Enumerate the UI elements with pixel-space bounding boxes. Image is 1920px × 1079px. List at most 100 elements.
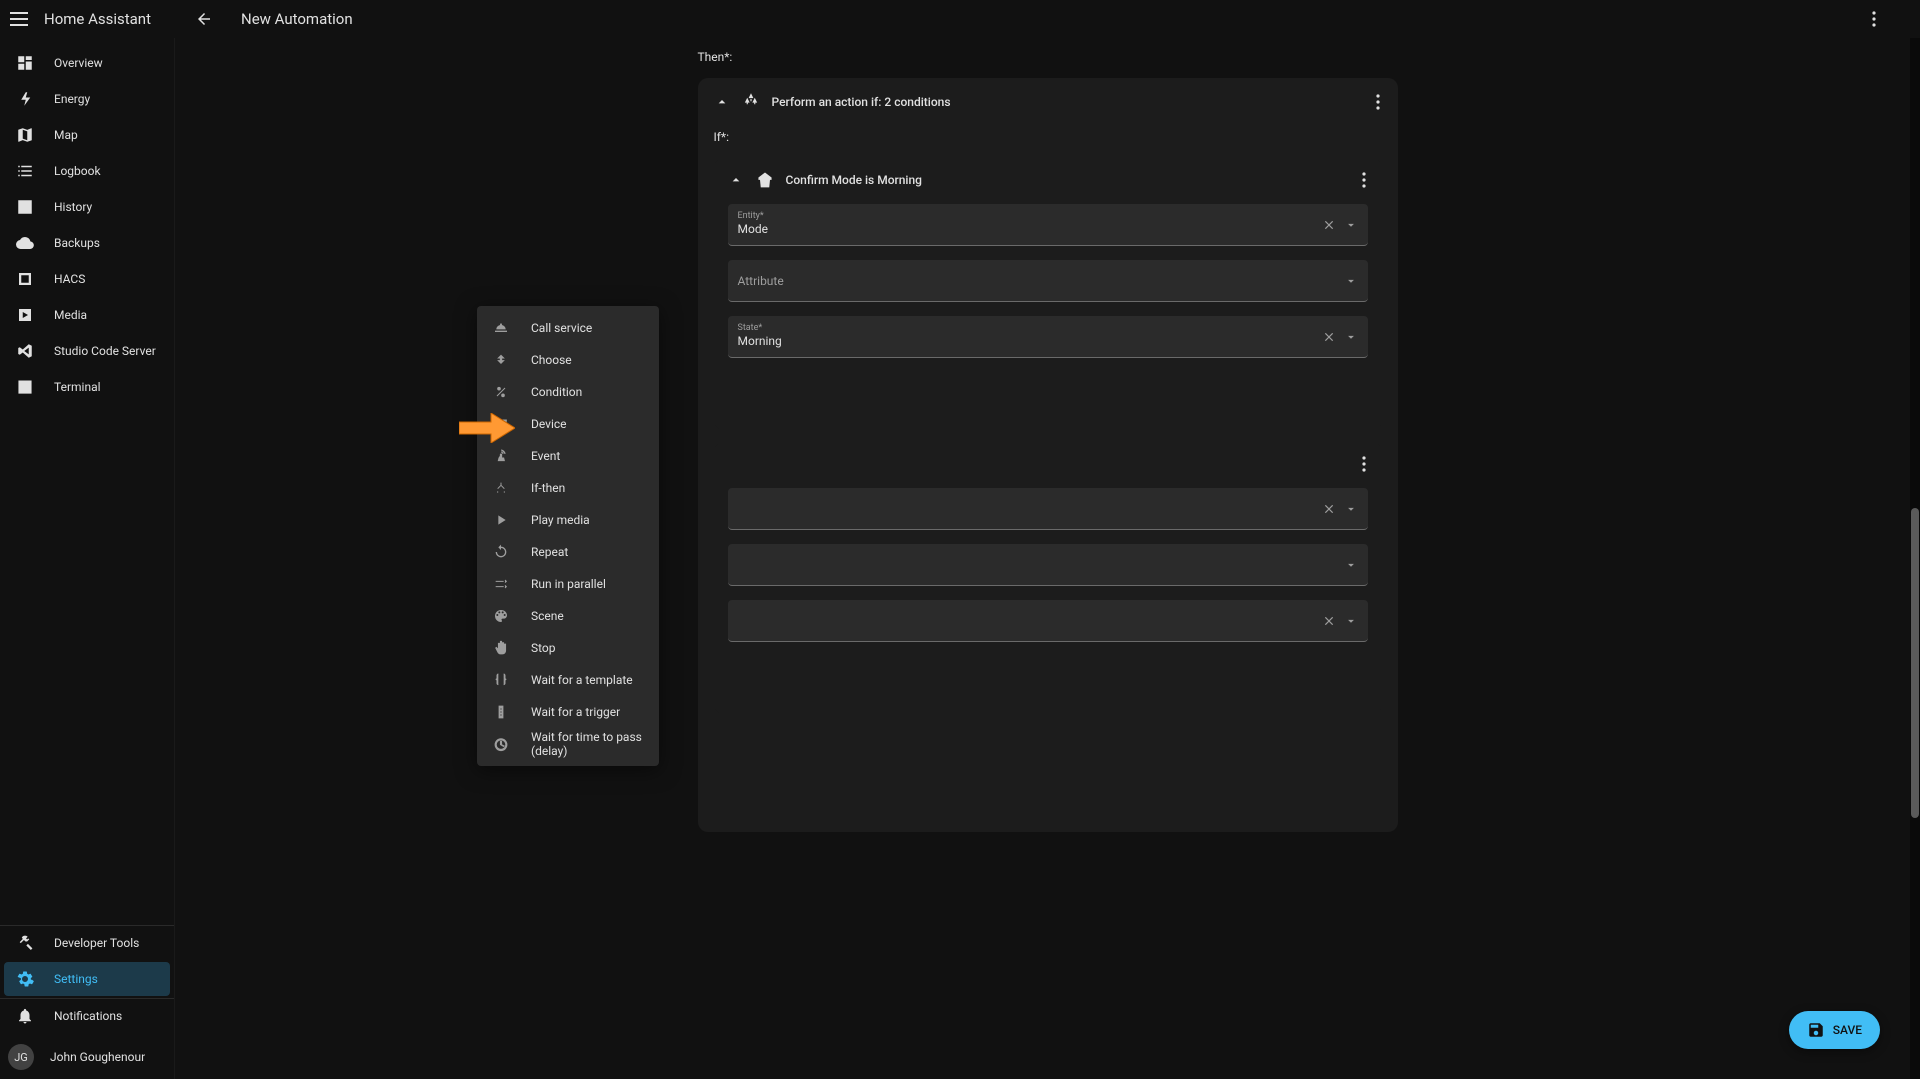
card-menu-button[interactable]	[1374, 92, 1382, 112]
sidebar-item-label: HACS	[54, 272, 85, 286]
attribute-field-2[interactable]	[728, 544, 1368, 586]
sidebar-item-map[interactable]: Map	[4, 118, 170, 152]
scrollbar-thumb[interactable]	[1911, 508, 1919, 818]
state-icon	[756, 171, 774, 189]
dots-vertical-icon	[1872, 11, 1876, 27]
avatar: JG	[8, 1044, 34, 1070]
chevron-down-icon[interactable]	[1344, 274, 1358, 288]
sidebar-item-hacs[interactable]: HACS	[4, 262, 170, 296]
sidebar-item-studio-code[interactable]: Studio Code Server	[4, 334, 170, 368]
sidebar-item-backups[interactable]: Backups	[4, 226, 170, 260]
menu-item-repeat[interactable]: Repeat	[477, 536, 659, 568]
scrollbar-track[interactable]	[1910, 38, 1920, 1079]
menu-item-label: Device	[531, 417, 567, 431]
sidebar-item-media[interactable]: Media	[4, 298, 170, 332]
back-button[interactable]	[195, 10, 213, 28]
sidebar: Overview Energy Map Logbook History Back…	[0, 38, 175, 1079]
action-type-menu: Call service Choose Condition Device Eve…	[477, 306, 659, 766]
chevron-down-icon[interactable]	[1344, 614, 1358, 628]
menu-item-label: Scene	[531, 609, 564, 623]
hacs-icon	[16, 270, 34, 288]
menu-item-condition[interactable]: Condition	[477, 376, 659, 408]
attribute-field[interactable]: Attribute	[728, 260, 1368, 302]
menu-item-parallel[interactable]: Run in parallel	[477, 568, 659, 600]
menu-item-event[interactable]: Event	[477, 440, 659, 472]
sidebar-item-label: Developer Tools	[54, 936, 139, 950]
chevron-down-icon[interactable]	[1344, 558, 1358, 572]
menu-item-choose[interactable]: Choose	[477, 344, 659, 376]
repeat-icon	[493, 544, 509, 560]
clear-icon[interactable]	[1322, 218, 1336, 232]
menu-item-wait-trigger[interactable]: Wait for a trigger	[477, 696, 659, 728]
sidebar-item-settings[interactable]: Settings	[4, 962, 170, 996]
gesture-tap-icon	[493, 448, 509, 464]
field-label: State*	[738, 323, 1322, 334]
user-name: John Goughenour	[50, 1050, 145, 1064]
chevron-down-icon[interactable]	[1344, 502, 1358, 516]
card-menu-button[interactable]	[1360, 454, 1368, 474]
sidebar-item-notifications[interactable]: Notifications	[4, 999, 170, 1033]
clear-icon[interactable]	[1322, 614, 1336, 628]
menu-item-if-then[interactable]: If-then	[477, 472, 659, 504]
sidebar-item-terminal[interactable]: Terminal	[4, 370, 170, 404]
chevron-down-icon[interactable]	[1344, 218, 1358, 232]
sidebar-item-overview[interactable]: Overview	[4, 46, 170, 80]
menu-item-label: Repeat	[531, 545, 568, 559]
menu-item-wait-template[interactable]: Wait for a template	[477, 664, 659, 696]
arrow-decision-icon	[493, 352, 509, 368]
sidebar-item-label: Media	[54, 308, 87, 322]
sidebar-item-logbook[interactable]: Logbook	[4, 154, 170, 188]
hammer-icon	[16, 934, 34, 952]
save-icon	[1807, 1021, 1825, 1039]
menu-item-call-service[interactable]: Call service	[477, 312, 659, 344]
clear-icon[interactable]	[1322, 330, 1336, 344]
card-title: Perform an action if: 2 conditions	[772, 95, 1362, 109]
action-card: Perform an action if: 2 conditions If*: …	[698, 78, 1398, 832]
parallel-icon	[493, 576, 509, 592]
state-field[interactable]: State* Morning	[728, 316, 1368, 358]
dots-vertical-icon	[1376, 94, 1380, 110]
sidebar-item-developer-tools[interactable]: Developer Tools	[4, 926, 170, 960]
menu-item-stop[interactable]: Stop	[477, 632, 659, 664]
menu-item-device[interactable]: Device	[477, 408, 659, 440]
entity-field[interactable]: Entity* Mode	[728, 204, 1368, 246]
vscode-icon	[16, 342, 34, 360]
dots-vertical-icon	[1362, 172, 1366, 188]
page-menu-button[interactable]	[1868, 7, 1880, 31]
percent-icon	[493, 384, 509, 400]
page-title: New Automation	[241, 10, 353, 28]
menu-toggle[interactable]	[10, 10, 28, 28]
card-title: Confirm Mode is Morning	[786, 173, 1348, 187]
sidebar-item-label: History	[54, 200, 92, 214]
card-menu-button[interactable]	[1360, 170, 1368, 190]
entity-field-2[interactable]	[728, 488, 1368, 530]
menu-item-scene[interactable]: Scene	[477, 600, 659, 632]
dots-vertical-icon	[1362, 456, 1366, 472]
collapse-button[interactable]	[714, 94, 730, 110]
menu-item-play-media[interactable]: Play media	[477, 504, 659, 536]
clear-icon[interactable]	[1322, 502, 1336, 516]
menu-item-label: Run in parallel	[531, 577, 606, 591]
field-value: Mode	[738, 222, 1322, 238]
terminal-icon	[16, 378, 34, 396]
chevron-down-icon[interactable]	[1344, 330, 1358, 344]
sidebar-item-label: Settings	[54, 972, 98, 986]
field-value: Morning	[738, 334, 1322, 350]
sidebar-user[interactable]: JG John Goughenour	[0, 1035, 174, 1079]
menu-item-label: Wait for time to pass (delay)	[531, 730, 643, 758]
save-button[interactable]: SAVE	[1789, 1011, 1880, 1049]
list-icon	[16, 162, 34, 180]
chart-icon	[16, 198, 34, 216]
sidebar-item-history[interactable]: History	[4, 190, 170, 224]
menu-item-wait-delay[interactable]: Wait for time to pass (delay)	[477, 728, 659, 760]
field-placeholder: Attribute	[738, 274, 1344, 288]
play-icon	[493, 512, 509, 528]
menu-item-label: Condition	[531, 385, 582, 399]
sidebar-item-label: Backups	[54, 236, 100, 250]
sidebar-item-energy[interactable]: Energy	[4, 82, 170, 116]
collapse-button[interactable]	[728, 172, 744, 188]
sidebar-item-label: Overview	[54, 56, 103, 70]
state-field-2[interactable]	[728, 600, 1368, 642]
save-label: SAVE	[1833, 1023, 1862, 1037]
branch-icon	[742, 93, 760, 111]
